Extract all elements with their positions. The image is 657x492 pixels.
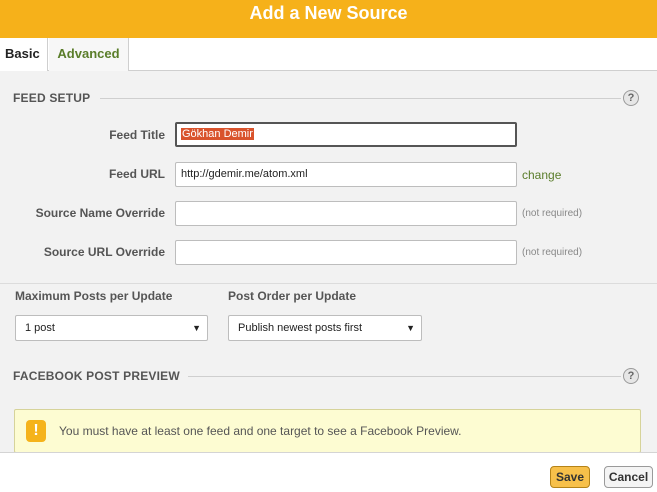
section-divider	[186, 376, 621, 377]
feed-url-input[interactable]: http://gdemir.me/atom.xml	[175, 162, 517, 187]
chevron-down-icon: ▼	[192, 323, 201, 333]
feed-setup-section: FEED SETUP ? Feed Title Gökhan Demir Fee…	[0, 71, 657, 284]
dialog-title: Add a New Source	[0, 0, 657, 38]
feed-setup-title: FEED SETUP	[13, 91, 99, 105]
source-name-hint: (not required)	[522, 208, 583, 219]
warning-icon: !	[26, 420, 46, 442]
dialog-body: FEED SETUP ? Feed Title Gökhan Demir Fee…	[0, 71, 657, 453]
cancel-button[interactable]: Cancel	[604, 466, 653, 488]
source-url-override-label: Source URL Override	[43, 245, 165, 259]
preview-notice: ! You must have at least one feed and on…	[14, 409, 641, 453]
post-order-value: Publish newest posts first	[238, 322, 363, 334]
source-name-override-input[interactable]	[175, 201, 517, 226]
max-posts-value: 1 post	[25, 322, 55, 334]
dialog-footer: Save Cancel	[0, 452, 657, 492]
preview-header: FACEBOOK POST PREVIEW ?	[0, 368, 657, 385]
tab-basic[interactable]: Basic	[0, 38, 48, 72]
change-url-link[interactable]: change	[522, 168, 561, 182]
help-icon[interactable]: ?	[623, 90, 639, 106]
feed-url-label: Feed URL	[108, 167, 165, 181]
tab-bar: Basic Advanced	[0, 38, 657, 72]
source-url-hint: (not required)	[522, 247, 583, 258]
save-button[interactable]: Save	[550, 466, 590, 488]
section-divider	[100, 98, 621, 99]
preview-title: FACEBOOK POST PREVIEW	[13, 369, 188, 383]
post-order-label: Post Order per Update	[228, 289, 357, 303]
chevron-down-icon: ▼	[406, 323, 415, 333]
feed-setup-header: FEED SETUP ?	[0, 90, 657, 107]
source-url-override-input[interactable]	[175, 240, 517, 265]
tab-advanced[interactable]: Advanced	[49, 38, 129, 71]
post-order-select[interactable]: Publish newest posts first ▼	[228, 315, 422, 341]
selected-text: Gökhan Demir	[181, 128, 254, 140]
feed-title-input[interactable]: Gökhan Demir	[175, 122, 517, 147]
help-icon[interactable]: ?	[623, 368, 639, 384]
max-posts-label: Maximum Posts per Update	[15, 289, 173, 303]
source-name-override-label: Source Name Override	[35, 206, 165, 220]
max-posts-select[interactable]: 1 post ▼	[15, 315, 208, 341]
feed-title-label: Feed Title	[109, 128, 165, 142]
notice-text: You must have at least one feed and one …	[59, 424, 462, 438]
